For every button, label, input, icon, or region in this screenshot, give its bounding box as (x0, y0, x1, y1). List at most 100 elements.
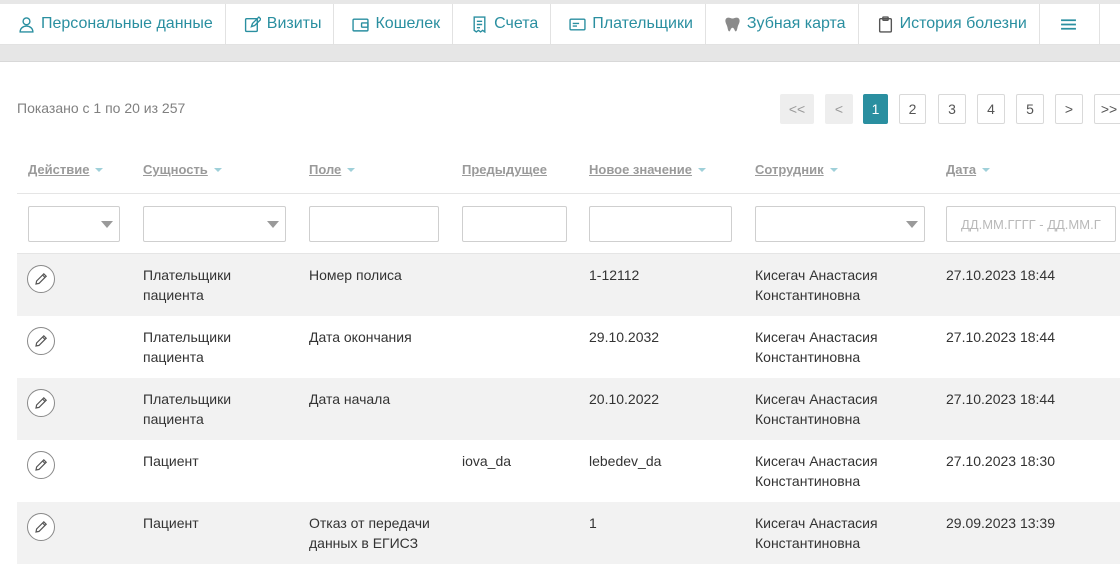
date-range-input[interactable] (947, 207, 1115, 241)
cell-line: Дата окончания (309, 329, 412, 345)
column-header-action[interactable]: Действие (28, 162, 104, 177)
date-cell: 29.09.2023 13:39 (946, 515, 1055, 531)
patient-tabs: Персональные данные Визиты Кошелек Счета… (0, 4, 1120, 45)
sort-caret-icon (213, 167, 222, 172)
chevron-down-icon (267, 221, 279, 228)
cell-line: Константиновна (755, 473, 861, 489)
new-value-cell: 20.10.2022 (589, 391, 660, 407)
field-cell: Номер полиса (309, 265, 402, 285)
column-header-employee[interactable]: Сотрудник (755, 162, 838, 177)
date-cell: 27.10.2023 18:44 (946, 329, 1055, 345)
column-header-label: Дата (946, 162, 977, 177)
field-cell: Отказ от передачи данных в ЕГИСЗ (309, 513, 430, 553)
edit-row-button[interactable] (27, 327, 55, 355)
pencil-icon (35, 520, 48, 533)
cell-line: Дата начала (309, 391, 391, 407)
cell-line: данных в ЕГИСЗ (309, 535, 419, 551)
column-header-label: Сотрудник (755, 162, 824, 177)
sort-caret-icon (95, 167, 104, 172)
more-menu-button[interactable] (1040, 4, 1100, 44)
entity-cell: Плательщики пациента (143, 389, 231, 429)
employee-cell: Кисегач Анастасия Константиновна (755, 389, 878, 429)
last-page-button[interactable]: >> (1094, 94, 1120, 124)
tab-medical-history[interactable]: История болезни (859, 4, 1040, 44)
next-page-button[interactable]: > (1055, 94, 1083, 124)
pencil-icon (35, 334, 48, 347)
tab-label: Плательщики (592, 15, 693, 32)
tooth-icon (725, 17, 740, 31)
entity-cell: Пациент (143, 513, 199, 533)
card-icon (569, 17, 586, 31)
sort-caret-icon (698, 167, 707, 172)
column-header-entity[interactable]: Сущность (143, 162, 222, 177)
sort-caret-icon (347, 167, 356, 172)
table-row: Пациент iova_da lebedev_da Кисегач Анаст… (17, 440, 1120, 502)
edit-row-button[interactable] (27, 389, 55, 417)
tab-label: Счета (494, 15, 539, 32)
action-filter-select[interactable] (28, 206, 120, 242)
new-value-filter-input[interactable] (590, 207, 731, 241)
date-filter-box (946, 206, 1116, 242)
new-value-cell: 29.10.2032 (589, 329, 660, 345)
field-cell: Дата окончания (309, 327, 412, 347)
previous-filter-input[interactable] (463, 207, 566, 241)
employee-cell: Кисегач Анастасия Константиновна (755, 451, 878, 491)
table-row: Плательщики пациента Номер полиса 1-12112… (17, 254, 1120, 316)
cell-line: пациента (143, 349, 204, 365)
page-button-1[interactable]: 1 (863, 94, 888, 124)
cell-line: Кисегач Анастасия (755, 391, 878, 407)
page-button-4[interactable]: 4 (977, 94, 1005, 124)
user-icon (19, 16, 34, 33)
date-cell: 27.10.2023 18:44 (946, 267, 1055, 283)
sort-caret-icon (829, 167, 838, 172)
page-button-3[interactable]: 3 (938, 94, 966, 124)
hamburger-menu-icon (1060, 18, 1076, 30)
cell-line: Плательщики (143, 391, 232, 407)
column-header-field[interactable]: Поле (309, 162, 356, 177)
first-page-button[interactable]: << (780, 94, 814, 124)
tab-label: Визиты (266, 15, 322, 32)
table-row: Пациент Отказ от передачи данных в ЕГИСЗ … (17, 502, 1120, 564)
header-divider (17, 193, 1120, 194)
cell-line: Константиновна (755, 535, 861, 551)
entity-cell: Пациент (143, 451, 199, 471)
edit-icon (244, 15, 261, 32)
pencil-icon (35, 458, 48, 471)
tab-wallet[interactable]: Кошелек (334, 4, 454, 44)
column-header-previous[interactable]: Предыдущее (462, 162, 547, 177)
page-button-5[interactable]: 5 (1016, 94, 1044, 124)
edit-row-button[interactable] (27, 513, 55, 541)
new-value-cell: lebedev_da (589, 453, 662, 469)
field-filter-input[interactable] (310, 207, 438, 241)
new-value-filter-box (589, 206, 732, 242)
column-header-label: Поле (309, 162, 342, 177)
column-header-new-value[interactable]: Новое значение (589, 162, 707, 177)
pencil-icon (35, 396, 48, 409)
cell-line: Константиновна (755, 287, 861, 303)
sort-caret-icon (982, 167, 991, 172)
employee-cell: Кисегач Анастасия Константиновна (755, 265, 878, 305)
tab-dental-chart[interactable]: Зубная карта (706, 4, 859, 44)
previous-filter-box (462, 206, 567, 242)
cell-line: Пациент (143, 453, 199, 469)
column-header-date[interactable]: Дата (946, 162, 991, 177)
cell-line: Отказ от передачи (309, 515, 430, 531)
edit-row-button[interactable] (27, 265, 55, 293)
pagination-summary: Показано с 1 по 20 из 257 (17, 100, 186, 116)
cell-line: Кисегач Анастасия (755, 329, 878, 345)
tab-visits[interactable]: Визиты (226, 4, 335, 44)
employee-filter-select[interactable] (755, 206, 925, 242)
previous-cell: iova_da (462, 453, 512, 469)
tab-invoices[interactable]: Счета (453, 4, 552, 44)
tab-label: Персональные данные (41, 15, 213, 32)
cell-line: Кисегач Анастасия (755, 453, 878, 469)
prev-page-button[interactable]: < (825, 94, 853, 124)
table-row: Плательщики пациента Дата окончания 29.10… (17, 316, 1120, 378)
page-button-2[interactable]: 2 (899, 94, 926, 124)
column-header-label: Сущность (143, 162, 208, 177)
entity-filter-select[interactable] (143, 206, 286, 242)
tab-payers[interactable]: Плательщики (551, 4, 706, 44)
cell-line: Плательщики (143, 329, 232, 345)
tab-personal-data[interactable]: Персональные данные (0, 4, 226, 44)
edit-row-button[interactable] (27, 451, 55, 479)
